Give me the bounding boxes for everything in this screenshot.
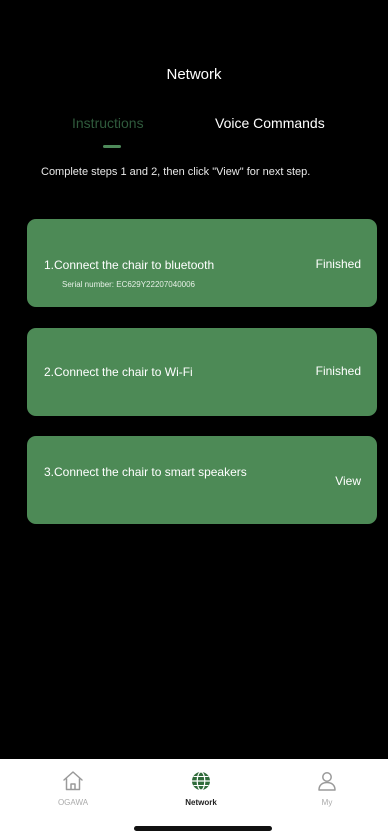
nav-label: OGAWA — [57, 798, 89, 807]
step-title: 1.Connect the chair to bluetooth — [44, 258, 215, 272]
step-card-smart-speakers[interactable]: 3.Connect the chair to smart speakers Vi… — [27, 436, 377, 524]
step-status: Finished — [315, 257, 361, 271]
step-card-bluetooth[interactable]: 1.Connect the chair to bluetooth Serial … — [27, 219, 377, 307]
step-status: Finished — [315, 364, 361, 378]
tab-voice-commands[interactable]: Voice Commands — [215, 115, 325, 131]
network-screen: Network Instructions Voice Commands Comp… — [0, 0, 388, 837]
instruction-text: Complete steps 1 and 2, then click "View… — [41, 166, 311, 178]
step-title: 2.Connect the chair to Wi-Fi — [44, 365, 193, 379]
nav-item-ogawa[interactable]: OGAWA — [33, 769, 113, 807]
view-button[interactable]: View — [335, 474, 361, 488]
nav-item-network[interactable]: Network — [161, 769, 241, 807]
tab-instructions[interactable]: Instructions — [72, 115, 144, 131]
nav-item-my[interactable]: My — [287, 769, 367, 807]
serial-number: Serial number: EC629Y22207040006 — [62, 280, 195, 289]
nav-label: My — [321, 798, 333, 807]
page-title: Network — [166, 66, 222, 83]
user-icon — [318, 772, 336, 791]
home-icon — [63, 771, 83, 791]
tab-bar: Instructions Voice Commands — [0, 115, 388, 155]
active-tab-indicator — [103, 145, 121, 148]
step-title: 3.Connect the chair to smart speakers — [44, 465, 247, 479]
home-indicator — [134, 826, 272, 831]
globe-icon — [192, 771, 210, 791]
nav-label: Network — [185, 798, 217, 807]
step-card-wifi[interactable]: 2.Connect the chair to Wi-Fi Finished — [27, 328, 377, 416]
